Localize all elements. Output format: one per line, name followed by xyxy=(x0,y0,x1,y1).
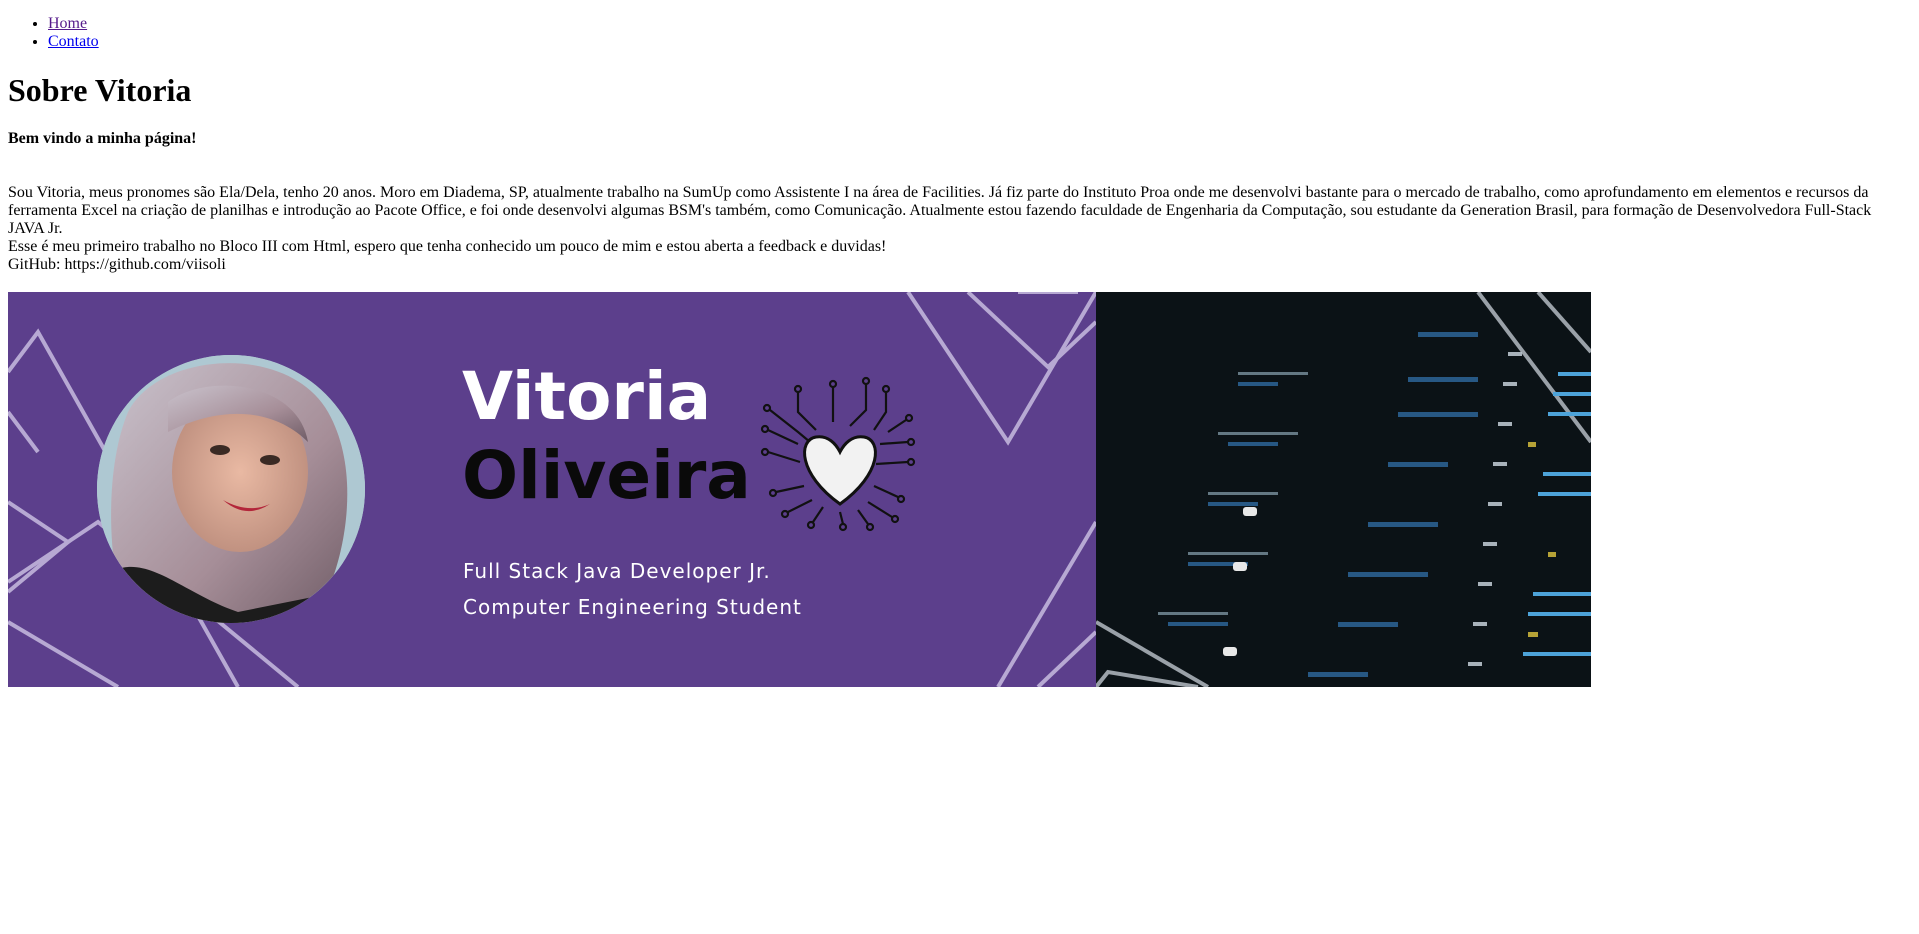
nav-list: Home Contato xyxy=(8,15,1911,51)
profile-photo xyxy=(97,355,365,623)
welcome-heading: Bem vindo a minha página! xyxy=(8,130,197,147)
bio-note: Esse é meu primeiro trabalho no Bloco II… xyxy=(8,238,887,255)
nav-link-contato[interactable]: Contato xyxy=(48,33,99,50)
banner-first-name: Vitoria xyxy=(462,358,711,435)
nav-item-contato: Contato xyxy=(48,33,1911,51)
nav-item-home: Home xyxy=(48,15,1911,33)
banner-right-panel xyxy=(1096,292,1591,687)
banner-role: Full Stack Java Developer Jr. xyxy=(463,559,771,583)
nav-link-home[interactable]: Home xyxy=(48,15,87,32)
bio-paragraph: Sou Vitoria, meus pronomes são Ela/Dela,… xyxy=(8,184,1911,274)
page-container: Home Contato Sobre Vitoria Bem vindo a m… xyxy=(0,0,1919,695)
page-title: Sobre Vitoria xyxy=(8,72,192,108)
banner-last-name: Oliveira xyxy=(462,437,751,514)
bio-text: Sou Vitoria, meus pronomes são Ela/Dela,… xyxy=(8,184,1872,237)
banner-left-panel: Vitoria Oliveira Full Stack Java Develop… xyxy=(8,292,1096,687)
banner-svg: Vitoria Oliveira Full Stack Java Develop… xyxy=(8,292,1591,687)
banner-study: Computer Engineering Student xyxy=(463,595,802,619)
banner-image: Vitoria Oliveira Full Stack Java Develop… xyxy=(8,292,1591,687)
github-text: GitHub: https://github.com/viisoli xyxy=(8,256,226,273)
